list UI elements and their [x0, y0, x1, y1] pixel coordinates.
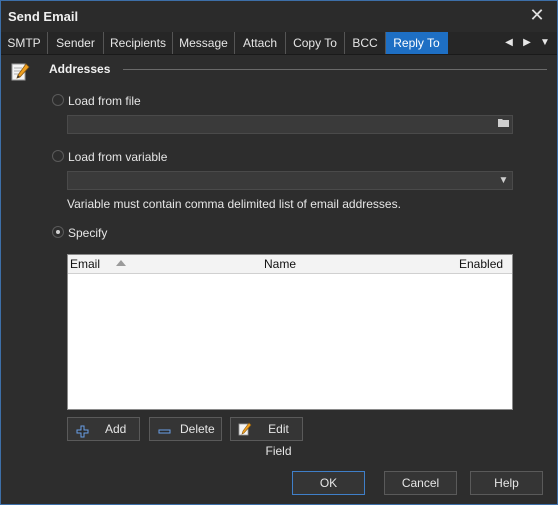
load-from-variable-radio[interactable] — [52, 150, 64, 162]
chevron-right-icon: ▶ — [523, 37, 531, 48]
help-button[interactable]: Help — [470, 471, 543, 495]
tab-message[interactable]: Message — [173, 32, 235, 54]
column-header-email[interactable]: Email — [70, 257, 100, 271]
variable-hint: Variable must contain comma delimited li… — [67, 197, 401, 211]
address-grid[interactable]: Email Name Enabled — [67, 254, 513, 410]
tab-attach[interactable]: Attach — [235, 32, 286, 54]
tab-smtp[interactable]: SMTP — [1, 32, 48, 54]
tab-reply-to[interactable]: Reply To — [386, 32, 448, 54]
window-title: Send Email — [8, 9, 79, 24]
send-email-dialog: Send Email ✕ SMTP Sender Recipients Mess… — [0, 0, 558, 505]
close-button[interactable]: ✕ — [527, 5, 547, 25]
edit-icon — [237, 422, 252, 444]
variable-dropdown-button[interactable]: ▼ — [495, 172, 512, 189]
ok-button[interactable]: OK — [292, 471, 365, 495]
specify-radio[interactable] — [52, 226, 64, 238]
file-path-input[interactable] — [67, 115, 513, 134]
load-from-variable-label: Load from variable — [68, 150, 168, 164]
folder-icon — [498, 119, 509, 130]
plus-icon — [76, 423, 89, 445]
tab-recipients[interactable]: Recipients — [104, 32, 173, 54]
add-button[interactable]: Add — [67, 417, 140, 441]
tab-copy-to[interactable]: Copy To — [286, 32, 345, 54]
edit-field-button-label: Edit Field — [265, 422, 292, 458]
cancel-button[interactable]: Cancel — [384, 471, 457, 495]
load-from-file-radio[interactable] — [52, 94, 64, 106]
specify-label: Specify — [68, 226, 108, 240]
browse-button[interactable] — [495, 116, 512, 133]
tab-list-button[interactable]: ▼ — [537, 32, 553, 54]
tab-scroll-right-button[interactable]: ▶ — [519, 32, 535, 54]
chevron-left-icon: ◀ — [505, 37, 513, 48]
section-title: Addresses — [49, 62, 111, 76]
load-from-file-label: Load from file — [68, 94, 141, 108]
chevron-down-icon: ▼ — [540, 37, 550, 48]
grid-header: Email Name Enabled — [68, 255, 512, 274]
tab-sender[interactable]: Sender — [48, 32, 104, 54]
close-icon: ✕ — [529, 5, 545, 25]
tab-bcc[interactable]: BCC — [345, 32, 386, 54]
column-header-enabled[interactable]: Enabled — [459, 257, 503, 271]
minus-icon — [158, 423, 171, 445]
variable-select[interactable]: ▼ — [67, 171, 513, 190]
delete-button[interactable]: Delete — [149, 417, 222, 441]
edit-document-icon — [9, 61, 31, 83]
tab-scroll-left-button[interactable]: ◀ — [501, 32, 517, 54]
add-button-label: Add — [105, 422, 127, 436]
sort-ascending-icon — [116, 260, 126, 266]
title-bar: Send Email ✕ — [1, 1, 557, 32]
delete-button-label: Delete — [180, 422, 215, 436]
column-header-name[interactable]: Name — [264, 257, 296, 271]
section-divider — [123, 69, 547, 70]
tab-strip: SMTP Sender Recipients Message Attach Co… — [1, 32, 557, 55]
chevron-down-icon: ▼ — [498, 175, 509, 186]
edit-field-button[interactable]: Edit Field — [230, 417, 303, 458]
